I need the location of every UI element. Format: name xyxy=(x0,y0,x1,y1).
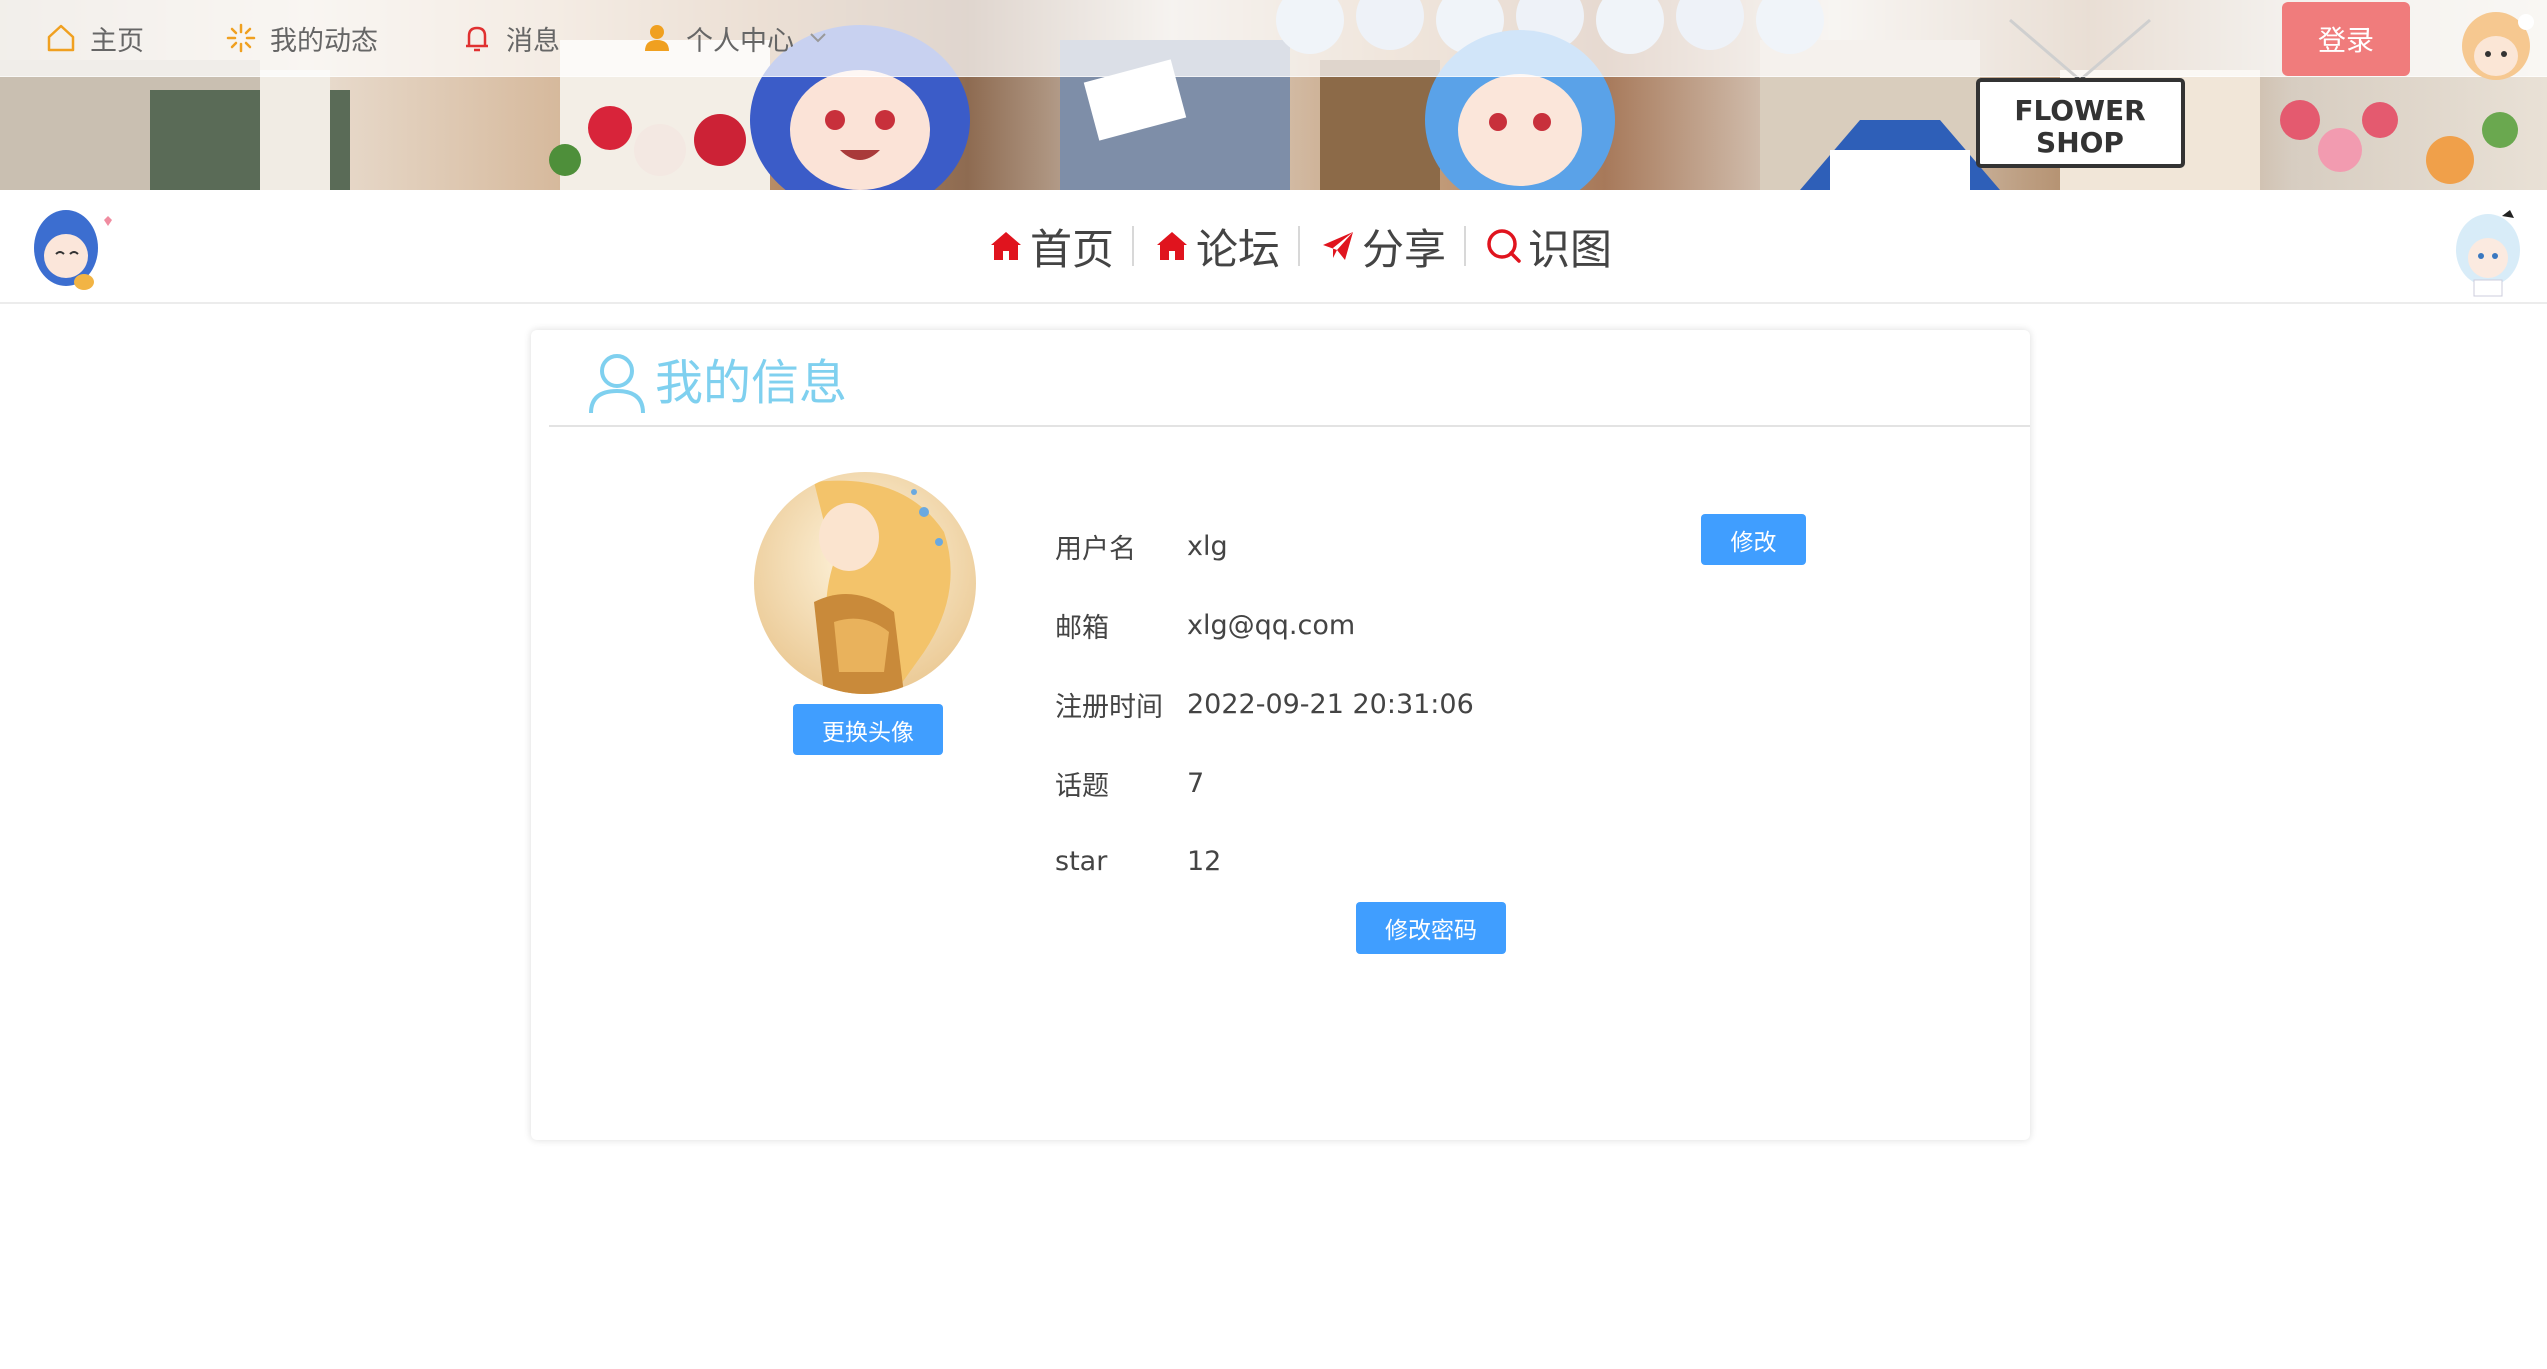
info-value: 2022-09-21 20:31:06 xyxy=(1187,688,1474,720)
user-icon xyxy=(640,21,674,55)
login-button[interactable]: 登录 xyxy=(2282,2,2410,76)
menu-item-forum[interactable]: 论坛 xyxy=(1134,216,1298,276)
info-row-register-time: 注册时间 2022-09-21 20:31:06 xyxy=(1055,684,1474,724)
mascot-left-image xyxy=(34,210,112,290)
info-row-topics: 话题 7 xyxy=(1055,763,1204,803)
profile-card: 我的信息 更换头像 修改 用户名 xlg 邮箱 xlg@qq.com 注册时间 … xyxy=(531,330,2030,1140)
info-value: 12 xyxy=(1187,845,1222,877)
home-icon xyxy=(1152,226,1192,266)
info-value: 7 xyxy=(1187,767,1205,799)
sign-text-line2: SHOP xyxy=(2036,126,2124,159)
info-label: 用户名 xyxy=(1055,533,1136,565)
topnav-label-home: 主页 xyxy=(90,25,144,57)
home-outline-icon xyxy=(44,21,78,55)
search-icon xyxy=(1484,226,1524,266)
topnav-item-activity[interactable]: 我的动态 xyxy=(224,0,378,76)
menu-label-forum: 论坛 xyxy=(1196,224,1281,274)
corner-mascot-image xyxy=(2462,12,2534,80)
menu-label-image-search: 识图 xyxy=(1528,224,1613,274)
chevron-down-icon xyxy=(808,31,828,45)
menu-label-share: 分享 xyxy=(1362,224,1447,274)
info-row-email: 邮箱 xlg@qq.com xyxy=(1055,605,1355,645)
sign-text-line1: FLOWER xyxy=(2014,94,2145,127)
topnav-item-home[interactable]: 主页 xyxy=(44,0,144,76)
edit-button[interactable]: 修改 xyxy=(1701,514,1806,565)
card-header: 我的信息 xyxy=(549,330,2030,427)
info-value: xlg@qq.com xyxy=(1187,609,1356,641)
topnav-item-messages[interactable]: 消息 xyxy=(460,0,560,76)
avatar xyxy=(754,472,976,694)
topnav-label-messages: 消息 xyxy=(506,25,560,57)
topnav-item-personal-center[interactable]: 个人中心 xyxy=(640,0,828,76)
paper-plane-icon xyxy=(1318,226,1358,266)
menu-item-home[interactable]: 首页 xyxy=(968,216,1132,276)
info-label: 注册时间 xyxy=(1055,691,1163,723)
header-banner: FLOWER SHOP 主页 我的动态 消息 个人中心 登录 xyxy=(0,0,2547,190)
bell-icon xyxy=(460,21,494,55)
mascot-right-image xyxy=(2456,210,2520,297)
main-navbar: 首页 论坛 分享 识图 xyxy=(0,190,2547,304)
change-avatar-button[interactable]: 更换头像 xyxy=(793,704,943,755)
topnav-label-personal-center: 个人中心 xyxy=(686,25,794,57)
sparkle-icon xyxy=(224,21,258,55)
menu-label-home: 首页 xyxy=(1030,224,1115,274)
main-menu: 首页 论坛 分享 识图 xyxy=(968,190,1630,302)
info-label: 话题 xyxy=(1055,770,1109,802)
info-value: xlg xyxy=(1187,530,1228,562)
info-label: star xyxy=(1055,845,1108,877)
change-password-button[interactable]: 修改密码 xyxy=(1356,902,1506,954)
menu-item-image-search[interactable]: 识图 xyxy=(1466,216,1630,276)
info-label: 邮箱 xyxy=(1055,612,1109,644)
page-title: 我的信息 xyxy=(655,354,848,411)
user-outline-icon xyxy=(589,353,645,413)
menu-item-share[interactable]: 分享 xyxy=(1300,216,1464,276)
topnav-label-activity: 我的动态 xyxy=(270,25,378,57)
top-navbar: 主页 我的动态 消息 个人中心 登录 xyxy=(0,0,2547,77)
home-icon xyxy=(986,226,1026,266)
info-row-username: 用户名 xlg xyxy=(1055,526,1228,566)
info-row-star: star 12 xyxy=(1055,841,1221,881)
